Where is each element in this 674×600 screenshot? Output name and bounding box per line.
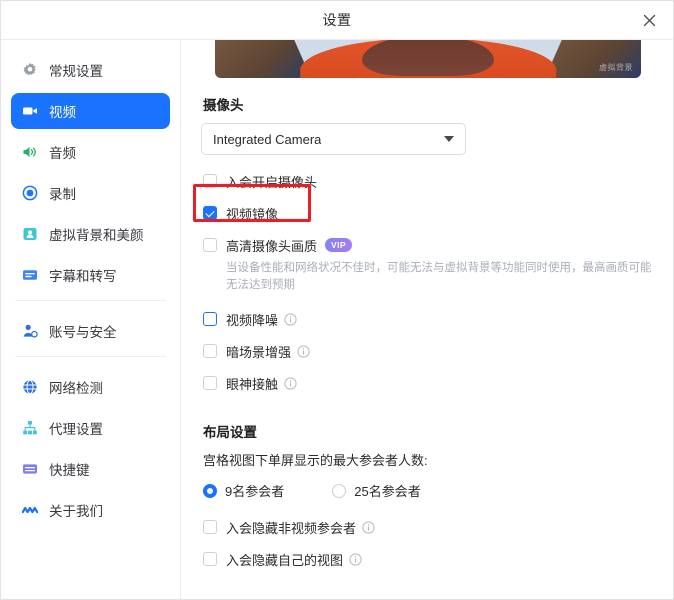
- checkbox-box: [203, 376, 217, 390]
- checkbox-box: [203, 206, 217, 220]
- info-icon[interactable]: [284, 312, 297, 326]
- sidebar-item-label: 音频: [49, 146, 76, 161]
- sidebar-divider: [15, 300, 166, 301]
- camera-section-title: 摄像头: [203, 98, 244, 113]
- chevron-down-icon: [444, 136, 454, 142]
- checkbox-label: 高清摄像头画质: [226, 238, 318, 254]
- info-icon[interactable]: [297, 344, 310, 358]
- sidebar-item-label: 关于我们: [49, 504, 103, 519]
- checkbox-label: 入会开启摄像头: [226, 174, 318, 190]
- sidebar-item-about[interactable]: 关于我们: [11, 492, 170, 528]
- window-titlebar: 设置: [1, 1, 673, 40]
- gear-icon: [21, 61, 39, 79]
- globe-icon: [21, 378, 39, 396]
- checkbox-video-mirror[interactable]: 视频镜像: [203, 200, 655, 226]
- checkbox-box: [203, 520, 217, 534]
- speaker-icon: [21, 143, 39, 161]
- sidebar-item-proxy[interactable]: 代理设置: [11, 410, 170, 446]
- vip-badge: VIP: [325, 238, 352, 252]
- preview-corner-left: [215, 40, 311, 78]
- window-body: 常规设置 视频 音频 录制 虚拟背景和美颜 字幕和转写 账号与安全 网络检测 代…: [1, 40, 673, 599]
- checkbox-box: [203, 312, 217, 326]
- preview-watermark: 虚拟背景: [599, 63, 633, 72]
- sidebar-item-general[interactable]: 常规设置: [11, 52, 170, 88]
- sidebar-item-label: 账号与安全: [49, 325, 117, 340]
- checkbox-low-light-enhance[interactable]: 暗场景增强: [203, 338, 655, 364]
- camera-select[interactable]: Integrated Camera: [201, 123, 466, 155]
- radio-box: [203, 483, 217, 498]
- sidebar-item-audio[interactable]: 音频: [11, 134, 170, 170]
- checkbox-eye-contact[interactable]: 眼神接触: [203, 370, 655, 396]
- radio-25-participants[interactable]: 25名参会者: [332, 481, 421, 500]
- sidebar-item-captions[interactable]: 字幕和转写: [11, 257, 170, 293]
- checkbox-hd-video-quality[interactable]: 高清摄像头画质 VIP: [203, 232, 655, 258]
- checkbox-box: [203, 552, 217, 566]
- sidebar-item-label: 代理设置: [49, 422, 103, 437]
- sidebar-item-label: 字幕和转写: [49, 269, 117, 284]
- camera-select-value: Integrated Camera: [213, 131, 322, 147]
- checkbox-label: 眼神接触: [226, 376, 279, 392]
- checkbox-label: 入会隐藏自己的视图: [226, 552, 344, 568]
- sitemap-icon: [21, 419, 39, 437]
- sidebar-item-recording[interactable]: 录制: [11, 175, 170, 211]
- keyboard-icon: [21, 460, 39, 478]
- checkbox-label: 视频降噪: [226, 312, 279, 328]
- checkbox-hide-self-view[interactable]: 入会隐藏自己的视图: [203, 546, 655, 572]
- checkbox-box: [203, 344, 217, 358]
- record-icon: [21, 184, 39, 202]
- preview-person-face: [361, 40, 495, 76]
- checkbox-box: [203, 174, 217, 188]
- close-icon[interactable]: [633, 4, 665, 36]
- checkbox-video-denoise[interactable]: 视频降噪: [203, 306, 655, 332]
- info-icon[interactable]: [284, 376, 297, 390]
- account-security-icon: [21, 322, 39, 340]
- settings-sidebar: 常规设置 视频 音频 录制 虚拟背景和美颜 字幕和转写 账号与安全 网络检测 代…: [1, 40, 181, 599]
- radio-box: [332, 483, 347, 498]
- sidebar-item-label: 快捷键: [49, 463, 90, 478]
- radio-label: 9名参会者: [225, 484, 285, 499]
- sidebar-item-shortcuts[interactable]: 快捷键: [11, 451, 170, 487]
- checkbox-auto-start-camera[interactable]: 入会开启摄像头: [203, 168, 655, 194]
- sidebar-item-account-security[interactable]: 账号与安全: [11, 313, 170, 349]
- settings-window: 设置 常规设置 视频 音频 录制 虚拟背景和美颜 字幕和转写 账号与安全 网络检…: [0, 0, 674, 600]
- max-participants-radio-group: 9名参会者 25名参会者: [203, 481, 655, 500]
- checkbox-label: 暗场景增强: [226, 344, 292, 360]
- checkbox-box: [203, 238, 217, 252]
- checkbox-hide-non-video-participants[interactable]: 入会隐藏非视频参会者: [203, 514, 655, 540]
- hd-quality-help-text: 当设备性能和网络状况不佳时，可能无法与虚拟背景等功能同时使用，最高画质可能无法达…: [226, 262, 652, 291]
- radio-9-participants[interactable]: 9名参会者: [203, 481, 284, 500]
- sidebar-item-label: 网络检测: [49, 381, 103, 396]
- sidebar-item-label: 常规设置: [49, 64, 103, 79]
- radio-label: 25名参会者: [354, 484, 421, 499]
- info-icon[interactable]: [362, 520, 375, 534]
- layout-description: 宫格视图下单屏显示的最大参会者人数:: [203, 453, 428, 468]
- sidebar-item-label: 录制: [49, 187, 76, 202]
- sidebar-item-network-test[interactable]: 网络检测: [11, 369, 170, 405]
- sidebar-divider: [15, 356, 166, 357]
- person-card-icon: [21, 225, 39, 243]
- checkbox-label: 入会隐藏非视频参会者: [226, 520, 357, 536]
- sidebar-item-label: 虚拟背景和美颜: [49, 228, 144, 243]
- checkbox-label: 视频镜像: [226, 206, 279, 222]
- video-settings-panel: 虚拟背景 摄像头 Integrated Camera 入会开启摄像头 视频镜像 …: [181, 40, 673, 599]
- info-icon[interactable]: [349, 552, 362, 566]
- about-icon: [21, 501, 39, 519]
- sidebar-item-label: 视频: [49, 105, 76, 120]
- caption-icon: [21, 266, 39, 284]
- window-title: 设置: [322, 12, 352, 28]
- sidebar-item-video[interactable]: 视频: [11, 93, 170, 129]
- layout-section-title: 布局设置: [203, 425, 257, 440]
- camera-icon: [21, 102, 39, 120]
- video-preview-container: 虚拟背景: [201, 40, 655, 78]
- video-preview: 虚拟背景: [215, 40, 641, 78]
- sidebar-item-virtual-background[interactable]: 虚拟背景和美颜: [11, 216, 170, 252]
